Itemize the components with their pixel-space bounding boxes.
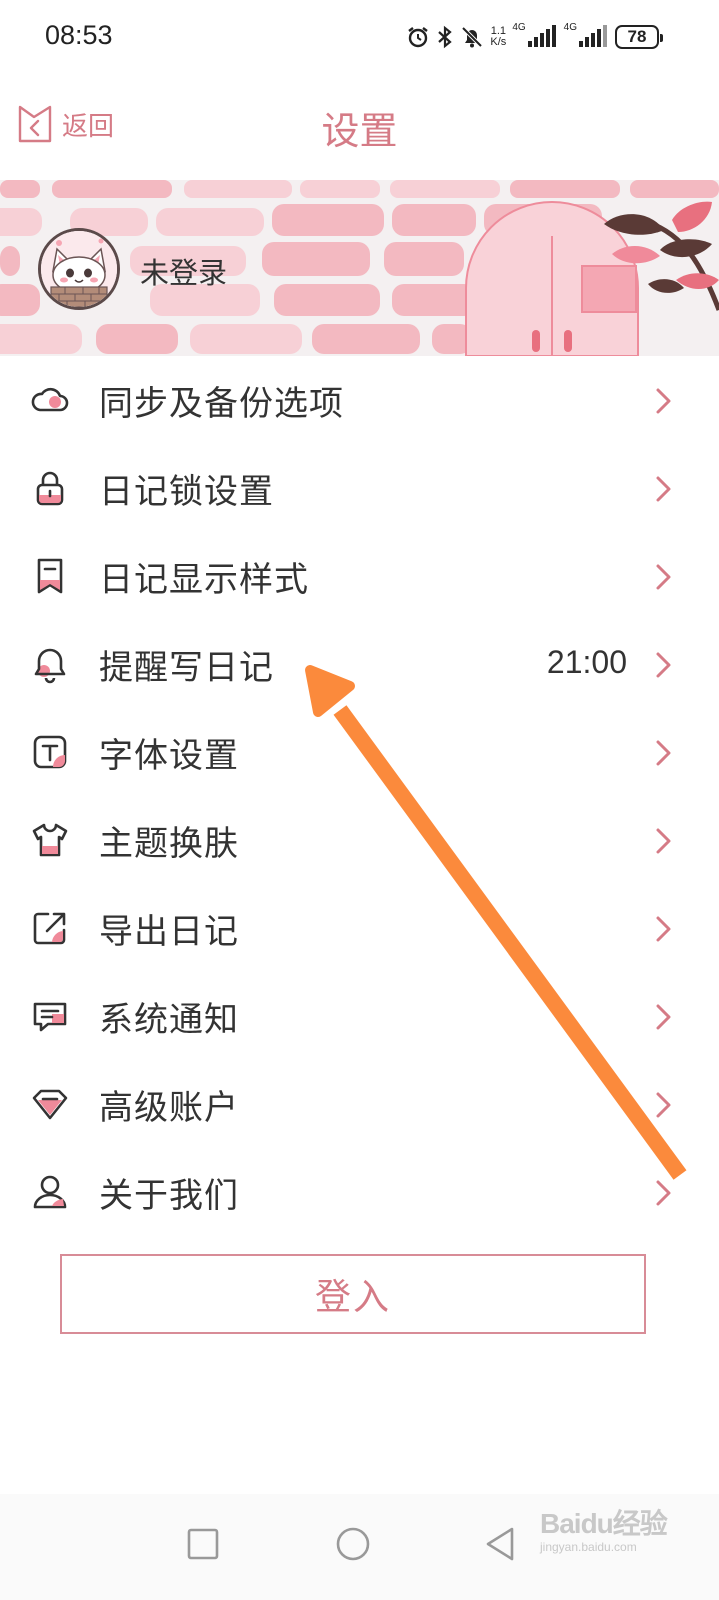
chevron-right-icon — [656, 476, 671, 502]
lock-icon — [36, 471, 64, 506]
watermark-sub: jingyan.baidu.com — [540, 1540, 637, 1554]
back-nav-icon[interactable] — [472, 1514, 532, 1574]
baidu-watermark: Baidu经验 jingyan.baidu.com — [536, 1496, 676, 1560]
menu-item-export-diary[interactable]: 导出日记 — [0, 884, 719, 972]
cloud-icon — [31, 387, 69, 412]
menu-label: 高级账户 — [99, 1088, 239, 1128]
menu-item-diary-reminder[interactable]: 提醒写日记 21:00 — [0, 620, 719, 708]
export-icon — [33, 912, 66, 945]
menu-label: 字体设置 — [99, 736, 239, 776]
chevron-right-icon — [656, 1004, 671, 1030]
message-icon — [33, 1002, 67, 1032]
chevron-right-icon — [656, 916, 671, 942]
recent-apps-icon[interactable] — [173, 1514, 233, 1574]
status-icons: 1.1 K/s 4G 4G 78 — [406, 22, 663, 52]
signal-2-icon — [579, 25, 607, 47]
reminder-time: 21:00 — [546, 644, 627, 680]
signal-1-label: 4G — [512, 22, 526, 33]
chevron-right-icon — [656, 388, 671, 414]
diamond-icon — [32, 1089, 68, 1120]
bluetooth-icon — [438, 25, 453, 49]
signal-1-icon — [527, 25, 556, 47]
login-status: 未登录 — [140, 256, 228, 290]
font-icon — [33, 735, 67, 769]
cat-avatar-icon — [41, 231, 117, 307]
chevron-right-icon — [656, 828, 671, 854]
watermark-main: Baidu经验 — [540, 1508, 668, 1539]
mute-bell-icon — [461, 26, 483, 48]
login-button[interactable]: 登入 — [60, 1254, 646, 1334]
signal-2-label: 4G — [563, 22, 577, 33]
menu-item-about-us[interactable]: 关于我们 — [0, 1148, 719, 1236]
net-speed: 1.1 K/s — [490, 26, 506, 48]
avatar[interactable] — [38, 228, 120, 310]
menu-label: 同步及备份选项 — [99, 384, 344, 424]
profile-banner: 未登录 — [0, 180, 719, 356]
home-icon[interactable] — [323, 1514, 383, 1574]
page-title: 设置 — [321, 109, 398, 153]
bookmark-icon — [37, 558, 63, 594]
settings-menu: 同步及备份选项 日记锁设置 日记显示样式 提醒写日记 21:00 字体设置 主题… — [0, 356, 719, 1236]
status-bar: 08:53 1.1 K/s 4G 4G 78 — [0, 0, 719, 76]
menu-label: 系统通知 — [99, 1000, 239, 1040]
user-icon — [33, 1175, 67, 1209]
header: 返回 设置 — [0, 86, 719, 166]
shirt-icon — [32, 823, 68, 857]
chevron-right-icon — [656, 740, 671, 766]
menu-item-theme-skin[interactable]: 主题换肤 — [0, 796, 719, 884]
menu-label: 关于我们 — [99, 1176, 239, 1216]
menu-label: 日记显示样式 — [99, 560, 309, 600]
alarm-icon — [408, 27, 429, 48]
bell-icon — [34, 648, 66, 684]
menu-item-sync-backup[interactable]: 同步及备份选项 — [0, 356, 719, 444]
battery-indicator: 78 — [615, 25, 663, 49]
menu-item-diary-lock[interactable]: 日记锁设置 — [0, 444, 719, 532]
menu-item-display-style[interactable]: 日记显示样式 — [0, 532, 719, 620]
menu-item-premium-account[interactable]: 高级账户 — [0, 1060, 719, 1148]
net-speed-unit: K/s — [490, 36, 507, 48]
status-time: 08:53 — [45, 20, 113, 50]
chevron-right-icon — [656, 1092, 671, 1118]
menu-item-system-notice[interactable]: 系统通知 — [0, 972, 719, 1060]
menu-label: 日记锁设置 — [99, 472, 274, 512]
menu-label: 主题换肤 — [99, 824, 239, 864]
chevron-right-icon — [656, 652, 671, 678]
chevron-right-icon — [656, 564, 671, 590]
menu-label: 导出日记 — [99, 912, 239, 952]
menu-label: 提醒写日记 — [99, 648, 274, 688]
menu-item-font-settings[interactable]: 字体设置 — [0, 708, 719, 796]
chevron-right-icon — [656, 1180, 671, 1206]
